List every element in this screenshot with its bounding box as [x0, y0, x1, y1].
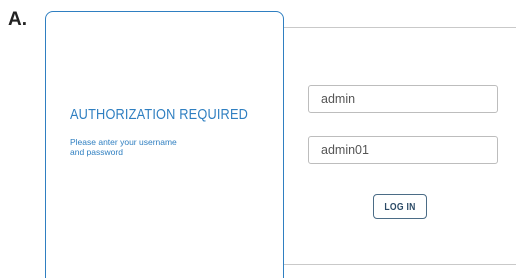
username-input[interactable] [308, 85, 498, 113]
login-button[interactable]: LOG IN [373, 194, 427, 219]
page: A. AUTHORIZATION REQUIRED Please anter y… [0, 0, 516, 278]
login-button-label: LOG IN [384, 200, 416, 213]
figure-label: A. [8, 9, 27, 30]
subtitle-line-1: Please anter your username [70, 137, 177, 147]
authorization-subtitle: Please anter your username and password [70, 137, 210, 157]
authorization-title: AUTHORIZATION REQUIRED [70, 107, 249, 123]
subtitle-line-2: and password [70, 147, 123, 157]
password-input[interactable] [308, 136, 498, 164]
